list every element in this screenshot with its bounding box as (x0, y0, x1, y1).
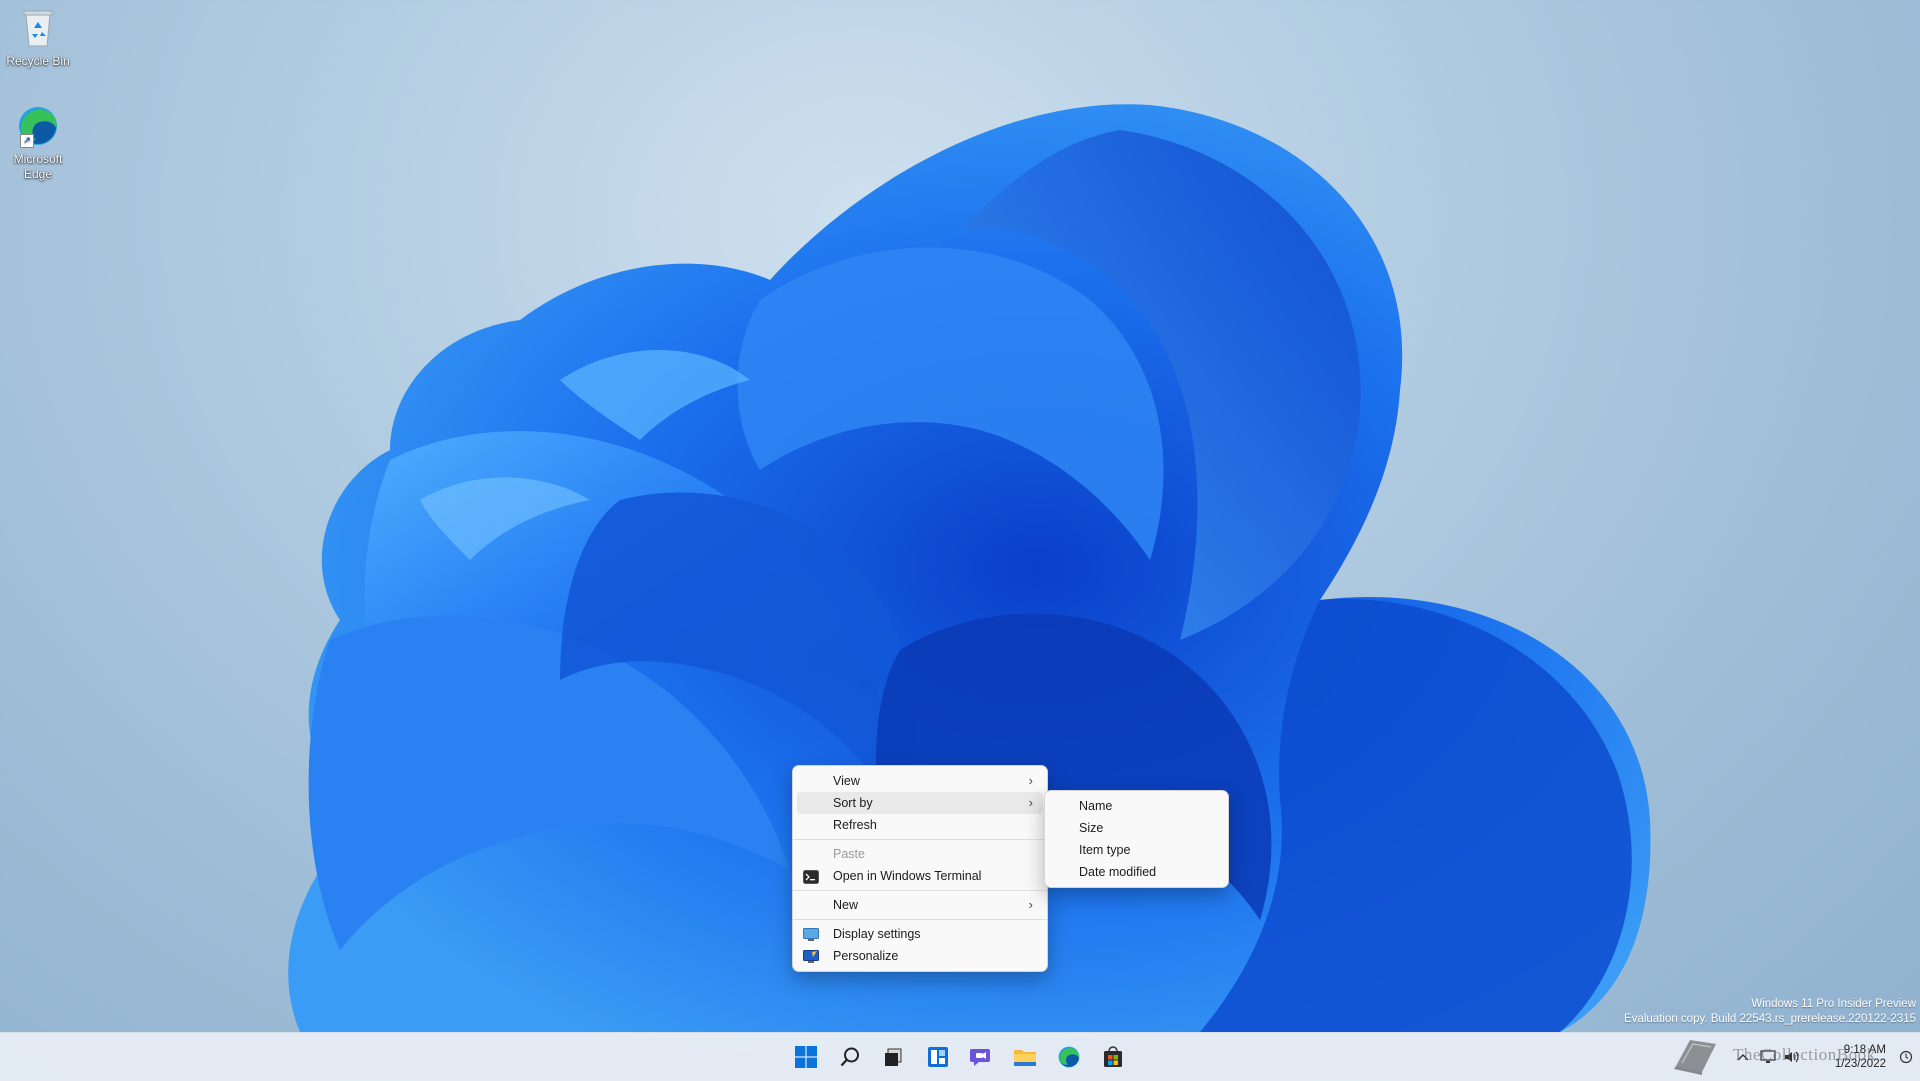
edge-icon: ↗ (16, 104, 60, 148)
menu-item-label: Size (1079, 821, 1104, 835)
menu-item-new[interactable]: New › (797, 894, 1043, 916)
watermark-line-2: Evaluation copy. Build 22543.rs_prerelea… (1624, 1013, 1916, 1025)
edge-icon (1058, 1046, 1080, 1068)
shortcut-arrow-icon: ↗ (20, 134, 34, 148)
menu-item-label: Personalize (833, 949, 899, 963)
menu-separator (793, 890, 1047, 891)
chat-button[interactable] (963, 1039, 999, 1075)
search-button[interactable] (832, 1039, 868, 1075)
chevron-right-icon: › (1028, 773, 1033, 788)
menu-item-label: Name (1079, 799, 1113, 813)
menu-item-label: Display settings (833, 927, 921, 941)
taskbar: 9:18 AM 1/23/2022 (0, 1032, 1920, 1081)
chat-icon (970, 1049, 990, 1066)
menu-separator (793, 839, 1047, 840)
menu-item-view[interactable]: View › (797, 770, 1043, 792)
submenu-item-name[interactable]: Name (1049, 795, 1224, 817)
book-logo-icon (1668, 1036, 1720, 1076)
start-button[interactable] (788, 1039, 824, 1075)
personalize-icon (803, 949, 819, 963)
file-explorer-button[interactable] (1007, 1039, 1043, 1075)
desktop-icon-microsoft-edge[interactable]: ↗ Microsoft Edge (0, 104, 76, 182)
menu-item-label: Date modified (1079, 865, 1157, 879)
start-icon (795, 1046, 817, 1068)
submenu-item-size[interactable]: Size (1049, 817, 1224, 839)
sort-by-submenu: Name Size Item type Date modified (1044, 790, 1229, 888)
display-icon (803, 927, 819, 941)
desktop-icon-label: Microsoft Edge (13, 152, 63, 181)
store-button[interactable] (1095, 1039, 1131, 1075)
file-explorer-icon (1014, 1050, 1036, 1066)
terminal-icon (803, 869, 819, 884)
menu-item-label: Item type (1079, 843, 1131, 857)
menu-item-label: Open in Windows Terminal (833, 869, 982, 883)
notification-center-button[interactable] (1892, 1039, 1920, 1075)
desktop-context-menu: View › Sort by › Refresh Paste Open in W… (792, 765, 1048, 972)
submenu-item-date-modified[interactable]: Date modified (1049, 861, 1224, 883)
menu-item-label: Refresh (833, 818, 877, 832)
notification-bell-icon (1899, 1050, 1913, 1064)
menu-item-paste[interactable]: Paste (797, 843, 1043, 865)
menu-item-label: New (833, 898, 859, 912)
watermark-line-1: Windows 11 Pro Insider Preview (1751, 998, 1916, 1010)
widgets-button[interactable] (920, 1039, 956, 1075)
menu-separator (793, 919, 1047, 920)
evaluation-watermark: Windows 11 Pro Insider Preview Evaluatio… (1624, 997, 1916, 1027)
menu-item-sort-by[interactable]: Sort by › (797, 792, 1043, 814)
menu-item-label: Paste (833, 847, 865, 861)
recycle-bin-icon (16, 6, 60, 50)
submenu-item-item-type[interactable]: Item type (1049, 839, 1224, 861)
desktop-icon-label: Recycle Bin (6, 54, 70, 68)
brand-watermark-text: TheCollectionBook (1733, 1045, 1876, 1064)
menu-item-label: Sort by (833, 796, 873, 810)
task-view-button[interactable] (875, 1039, 911, 1075)
chevron-right-icon: › (1028, 897, 1033, 912)
widgets-icon (928, 1047, 948, 1067)
menu-item-display-settings[interactable]: Display settings (797, 923, 1043, 945)
desktop-icon-recycle-bin[interactable]: Recycle Bin (0, 6, 76, 69)
menu-item-label: View (833, 774, 860, 788)
menu-item-open-in-windows-terminal[interactable]: Open in Windows Terminal (797, 865, 1043, 887)
task-view-icon (885, 1048, 902, 1066)
chevron-right-icon: › (1028, 795, 1033, 810)
menu-item-refresh[interactable]: Refresh (797, 814, 1043, 836)
store-icon (1104, 1046, 1122, 1067)
edge-taskbar-button[interactable] (1051, 1039, 1087, 1075)
search-icon (840, 1047, 859, 1067)
menu-item-personalize[interactable]: Personalize (797, 945, 1043, 967)
